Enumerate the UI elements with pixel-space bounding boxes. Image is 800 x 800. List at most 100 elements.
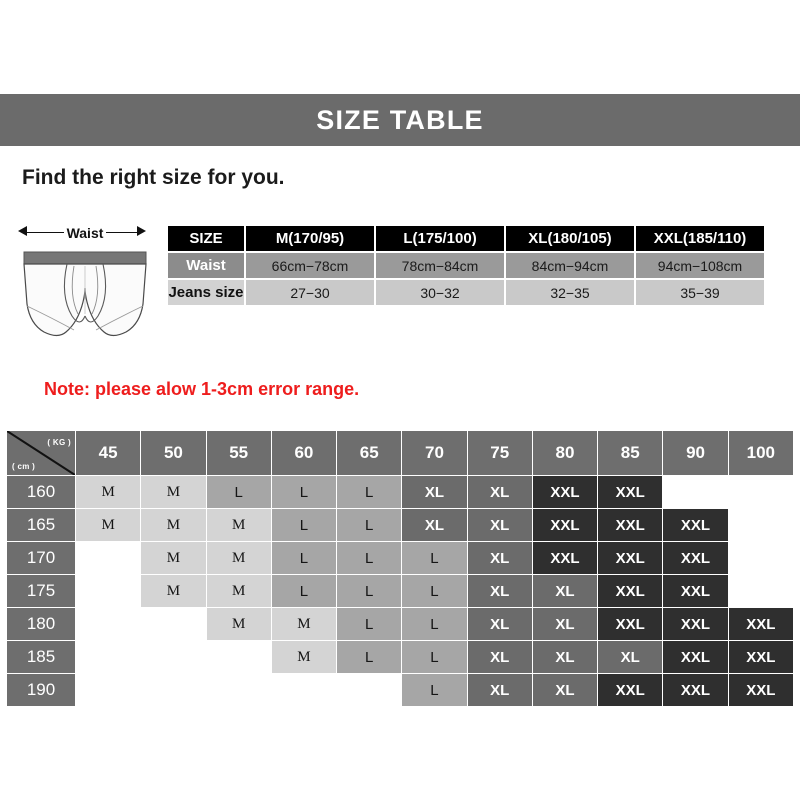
grid-cell-160-100 [727,475,795,509]
grid-cell-175-80: XL [531,574,599,608]
grid-cell-165-70: XL [401,508,468,542]
grid-cell-190-60 [270,673,338,707]
grid-cell-160-70: XL [401,475,468,509]
grid-cell-170-100 [727,541,795,575]
grid-cell-160-50: M [140,475,207,509]
grid-cell-175-90: XXL [662,574,729,608]
grid-col-header-55: 55 [205,430,272,476]
grid-cell-180-55: M [205,607,272,641]
grid-cell-185-90: XXL [662,640,729,674]
grid-cell-170-85: XXL [597,541,664,575]
grid-cell-190-50 [140,673,207,707]
grid-cell-170-45 [74,541,142,575]
grid-cell-180-60: M [270,607,338,641]
grid-cell-165-90: XXL [662,508,729,542]
grid-row-header-170: 170 [6,541,76,575]
grid-row-185: 185 M L L XL XL XL XXL XXL [6,640,795,674]
waist-label-container: Waist [20,222,150,244]
grid-cell-175-85: XXL [597,574,664,608]
size-table-header-row: SIZE M(170/95) L(175/100) XL(180/105) XX… [168,226,764,251]
size-table-header-m: M(170/95) [246,226,374,251]
grid-row-header-175: 175 [6,574,76,608]
grid-cell-160-90 [662,475,729,509]
grid-cell-175-70: L [401,574,468,608]
grid-cell-185-60: M [270,640,338,674]
jeans-value-xl: 32−35 [506,280,634,305]
grid-cell-190-55 [205,673,272,707]
grid-cell-170-70: L [401,541,468,575]
grid-cell-180-100: XXL [727,607,795,641]
grid-col-header-75: 75 [466,430,533,476]
grid-cell-180-65: L [336,607,403,641]
grid-cell-160-55: L [205,475,272,509]
page-title: SIZE TABLE [316,104,484,135]
grid-cell-180-45 [74,607,142,641]
grid-cell-185-50 [140,640,207,674]
boxer-brief-icon [23,251,147,337]
jeans-value-m: 27−30 [246,280,374,305]
grid-row-header-160: 160 [6,475,76,509]
grid-cell-165-45: M [74,508,142,542]
row-label-waist: Waist [168,253,244,278]
grid-col-header-85: 85 [597,430,664,476]
grid-row-180: 180 M M L L XL XL XXL XXL XXL [6,607,795,641]
grid-cell-180-85: XXL [597,607,664,641]
grid-row-165: 165 M M M L L XL XL XXL XXL XXL [6,508,795,542]
grid-col-header-90: 90 [662,430,729,476]
grid-cell-170-65: L [336,541,403,575]
grid-header-row: ( KG ) ( cm ) 45 50 55 60 65 70 75 80 85… [6,430,795,476]
grid-cell-170-75: XL [466,541,533,575]
size-table-header-xl: XL(180/105) [506,226,634,251]
subtitle: Find the right size for you. [22,166,285,189]
grid-cell-180-50 [140,607,207,641]
grid-cell-165-65: L [336,508,403,542]
grid-cell-185-80: XL [531,640,599,674]
grid-col-header-45: 45 [74,430,142,476]
grid-col-header-80: 80 [531,430,599,476]
grid-body: 160 M M L L L XL XL XXL XXL 165 M M M L L XL XL XXL XXL XXL 1… [6,475,795,707]
grid-cell-170-90: XXL [662,541,729,575]
grid-row-header-190: 190 [6,673,76,707]
error-range-note: Note: please alow 1-3cm error range. [44,379,360,399]
grid-cell-160-75: XL [466,475,533,509]
grid-row-header-180: 180 [6,607,76,641]
grid-cell-185-85: XL [597,640,664,674]
grid-cell-180-80: XL [531,607,599,641]
grid-cell-160-65: L [336,475,403,509]
grid-cell-185-100: XXL [727,640,795,674]
grid-cell-165-80: XXL [531,508,599,542]
grid-cell-180-70: L [401,607,468,641]
grid-corner-cell: ( KG ) ( cm ) [6,430,76,476]
grid-cell-190-85: XXL [597,673,664,707]
grid-cell-190-80: XL [531,673,599,707]
grid-cell-160-85: XXL [597,475,664,509]
grid-col-header-100: 100 [727,430,795,476]
grid-cell-165-50: M [140,508,207,542]
arrow-left-icon [18,226,27,236]
grid-cell-185-75: XL [466,640,533,674]
grid-row-170: 170 M M L L L XL XXL XXL XXL [6,541,795,575]
grid-row-175: 175 M M L L L XL XL XXL XXL [6,574,795,608]
grid-col-header-50: 50 [140,430,207,476]
height-weight-size-grid: ( KG ) ( cm ) 45 50 55 60 65 70 75 80 85… [6,430,795,707]
jeans-value-xxl: 35−39 [636,280,764,305]
grid-cell-160-80: XXL [531,475,599,509]
grid-cell-165-60: L [270,508,338,542]
grid-cell-185-65: L [336,640,403,674]
waist-value-xl: 84cm−94cm [506,253,634,278]
grid-cell-170-80: XXL [531,541,599,575]
weight-unit-label: ( KG ) [47,438,71,447]
height-unit-label: ( cm ) [12,462,36,471]
grid-cell-175-55: M [205,574,272,608]
size-table-header-xxl: XXL(185/110) [636,226,764,251]
grid-cell-165-55: M [205,508,272,542]
grid-cell-175-75: XL [466,574,533,608]
grid-row-190: 190 L XL XL XXL XXL XXL [6,673,795,707]
grid-cell-175-65: L [336,574,403,608]
grid-cell-170-60: L [270,541,338,575]
grid-cell-180-90: XXL [662,607,729,641]
grid-cell-185-45 [74,640,142,674]
grid-col-header-60: 60 [270,430,338,476]
grid-cell-190-90: XXL [662,673,729,707]
size-table-banner: SIZE TABLE [0,94,800,146]
